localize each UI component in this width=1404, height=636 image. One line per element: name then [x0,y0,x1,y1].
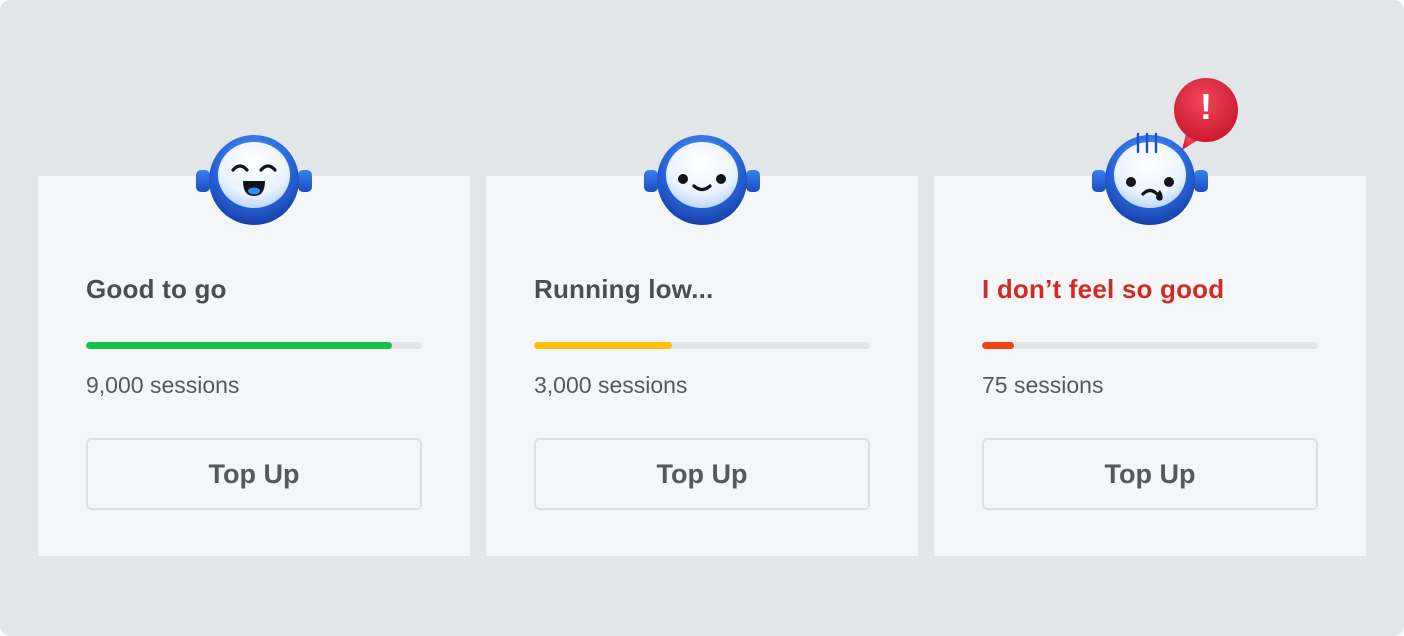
session-meter [86,342,422,349]
session-meter-fill [534,342,672,349]
robot-happy-icon [196,130,312,226]
session-meter [982,342,1318,349]
plan-card-low: Running low... 3,000 sessions Top Up [486,135,918,556]
alert-mark: ! [1200,86,1212,127]
session-meter-fill [86,342,392,349]
session-count: 3,000 sessions [534,372,688,398]
plan-card-good: Good to go 9,000 sessions Top Up [38,135,470,556]
session-count: 9,000 sessions [86,372,240,398]
robot-content-icon [644,130,760,226]
alert-bubble-icon: ! [1172,78,1238,152]
status-title: I don’t feel so good [982,274,1225,304]
top-up-button[interactable]: Top Up [534,438,870,510]
session-meter-fill [982,342,1014,349]
status-title: Good to go [86,274,227,304]
session-count: 75 sessions [982,372,1104,398]
session-meter [534,342,870,349]
status-title: Running low... [534,274,714,304]
plan-card-critical: ! I don’t feel so good 75 sessions Top U… [934,78,1366,556]
page-background: Good to go 9,000 sessions Top Up Running… [0,0,1404,636]
top-up-button[interactable]: Top Up [86,438,422,510]
top-up-button[interactable]: Top Up [982,438,1318,510]
